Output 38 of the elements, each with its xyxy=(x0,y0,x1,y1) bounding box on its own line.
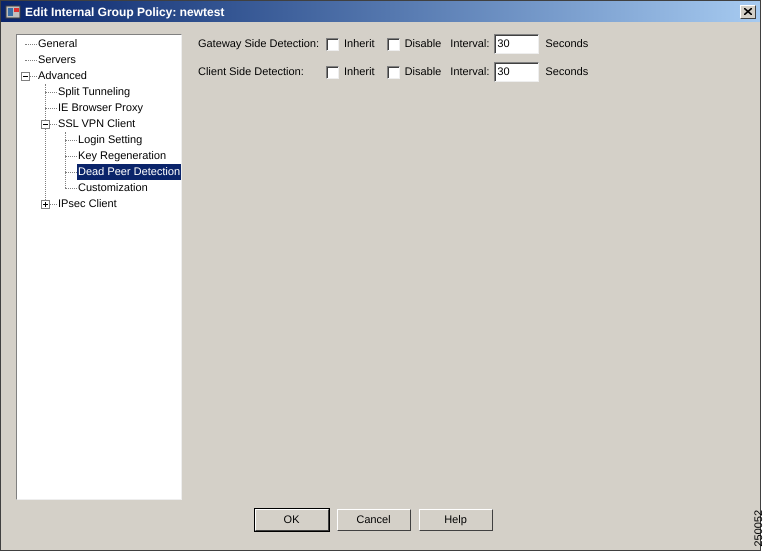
tree-item[interactable]: IE Browser Proxy xyxy=(57,100,144,116)
interval-field[interactable]: 30 xyxy=(494,62,540,82)
checkbox-label: Inherit xyxy=(344,36,375,52)
checkbox-label: Disable xyxy=(404,64,442,80)
dialog-button[interactable]: OK xyxy=(254,509,328,531)
unit-label: Seconds xyxy=(545,64,588,80)
window-title: Edit Internal Group Policy: newtest xyxy=(25,4,226,20)
tree-item[interactable]: Customization xyxy=(77,180,149,196)
tree-item[interactable]: IPsec Client xyxy=(57,196,118,212)
tree-item[interactable]: Advanced xyxy=(37,68,88,84)
tree-item[interactable]: Dead Peer Detection xyxy=(77,164,182,180)
tree-item[interactable]: Key Regeneration xyxy=(77,148,168,164)
app-icon xyxy=(5,4,21,20)
checkbox-label: Inherit xyxy=(344,64,375,80)
row-label: Client Side Detection: xyxy=(198,64,305,80)
tree-item[interactable]: General xyxy=(37,36,78,52)
figure-number: 250052 xyxy=(752,509,766,546)
tree-item[interactable]: Login Setting xyxy=(77,132,144,148)
expand-icon[interactable] xyxy=(41,200,50,208)
interval-label: Interval: xyxy=(450,36,490,52)
checkbox[interactable] xyxy=(326,66,339,78)
collapse-icon[interactable] xyxy=(21,72,30,80)
checkbox[interactable] xyxy=(326,38,339,50)
checkbox[interactable] xyxy=(386,38,400,50)
dialog-button[interactable]: Help xyxy=(418,509,492,531)
row-label: Gateway Side Detection: xyxy=(198,36,320,52)
checkbox[interactable] xyxy=(386,66,400,78)
dialog-button[interactable]: Cancel xyxy=(336,509,410,531)
collapse-icon[interactable] xyxy=(41,120,50,128)
close-icon xyxy=(744,8,752,15)
tree-item[interactable]: Servers xyxy=(37,52,77,68)
close-button[interactable] xyxy=(740,4,756,18)
tree-item[interactable]: SSL VPN Client xyxy=(57,116,136,132)
interval-label: Interval: xyxy=(450,64,490,80)
tree-item[interactable]: Split Tunneling xyxy=(57,84,132,100)
checkbox-label: Disable xyxy=(404,36,442,52)
interval-field[interactable]: 30 xyxy=(494,34,540,54)
unit-label: Seconds xyxy=(545,36,588,52)
